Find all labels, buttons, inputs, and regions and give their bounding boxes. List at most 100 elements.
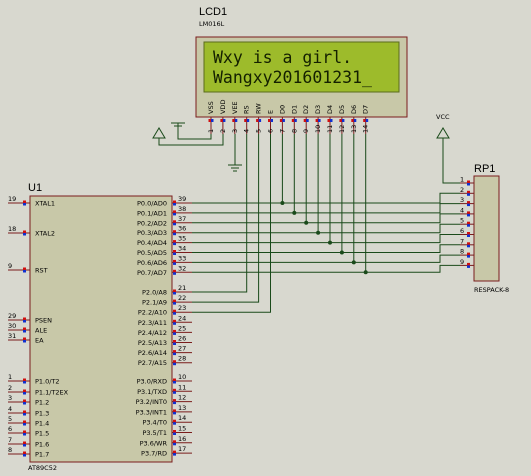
mcu-pin-36-marker-red — [173, 230, 176, 233]
mcu-pin-10-number: 10 — [178, 373, 186, 381]
mcu-pin-31-number: 31 — [8, 332, 16, 340]
mcu-pin-37-name: P0.2/AD2 — [137, 219, 167, 227]
mcu-pin-1-marker-red — [23, 378, 26, 381]
rp-pin-1-number: 1 — [460, 176, 464, 184]
wire-p0-2 — [192, 213, 460, 224]
mcu-pin-33-marker-red — [173, 259, 176, 263]
rp-pin-9-marker-blue — [467, 265, 470, 268]
rp-pin-4-marker-red — [467, 211, 470, 214]
mcu-pin-17-name: P3.7/RD — [141, 450, 167, 458]
junction-dot-d6 — [351, 260, 356, 265]
mcu-pin-21-name: P2.0/A8 — [142, 289, 167, 297]
lcd-pin-8-marker-red — [291, 119, 295, 122]
lcd-component[interactable]: LCD1 LM016L Wxy is a girl. Wangxy2016012… — [195, 6, 408, 134]
mcu-pin-11-number: 11 — [178, 383, 186, 391]
lcd-pin-4-number: 4 — [243, 129, 251, 133]
mcu-pin-38-marker-blue — [173, 212, 176, 216]
lcd-pin-5-marker-red — [256, 119, 259, 122]
mcu-pin-22-name: P2.1/A9 — [142, 299, 167, 307]
mcu-pin-1-number: 1 — [8, 373, 12, 381]
mcu-component[interactable]: U1 AT89C52 19XTAL118XTAL29RST29PSEN30ALE… — [8, 182, 192, 472]
mcu-pin-28-number: 28 — [178, 355, 186, 363]
mcu-pin-24-name: P2.3/A11 — [138, 319, 167, 327]
mcu-pin-12-marker-blue — [173, 401, 176, 405]
lcd-pin-8-marker-blue — [294, 119, 297, 122]
junction-dot-d4 — [328, 240, 332, 245]
mcu-pin-15-marker-red — [173, 430, 176, 433]
mcu-pin-12-number: 12 — [178, 394, 186, 402]
lcd-pin-6-marker-red — [268, 119, 271, 122]
mcu-pin-13-name: P3.3/INT1 — [136, 408, 167, 416]
mcu-pin-1-marker-blue — [23, 381, 26, 384]
mcu-pin-17-number: 17 — [178, 445, 186, 453]
junction-dot-d0 — [280, 201, 285, 205]
lcd-line-2: Wangxy201601231_ — [213, 68, 372, 87]
lcd-pin-6-marker-blue — [270, 119, 273, 122]
lcd-pin-7-marker-blue — [282, 119, 285, 122]
lcd-pin-13-marker-blue — [353, 119, 357, 122]
rp-pin-9-number: 9 — [460, 258, 464, 266]
lcd-pin-11-marker-red — [327, 119, 330, 122]
lcd-pin-7-marker-red — [279, 119, 283, 122]
mcu-pin-4-marker-blue — [23, 413, 26, 416]
lcd-pin-7-name: D0 — [278, 105, 286, 114]
mcu-pin-14-marker-red — [173, 419, 176, 423]
lcd-pin-11-number: 11 — [326, 125, 334, 133]
wire-p0-1 — [192, 203, 460, 214]
mcu-pin-8-marker-blue — [23, 454, 26, 457]
mcu-pin-7-marker-red — [23, 441, 26, 444]
lcd-pin-12-name: D5 — [338, 105, 346, 114]
mcu-pin-37-marker-blue — [173, 222, 176, 226]
rp-pin-8-number: 8 — [460, 248, 464, 256]
wire-p0-6 — [192, 254, 460, 263]
schematic-canvas: LCD1 LM016L Wxy is a girl. Wangxy2016012… — [8, 6, 509, 472]
vcc-symbol: VCC — [436, 113, 462, 184]
wire-p0-7 — [192, 264, 460, 273]
mcu-pin-2-marker-blue — [23, 392, 26, 395]
mcu-pin-26-marker-blue — [173, 342, 176, 345]
lcd-pin-2-name: VDD — [219, 100, 227, 114]
mcu-pin-22-marker-red — [173, 299, 176, 303]
lcd-pin-13-marker-red — [351, 119, 354, 122]
lcd-pin-2-marker-blue — [222, 119, 226, 122]
mcu-pin-33-number: 33 — [178, 254, 186, 262]
lcd-pin-2-number: 2 — [219, 129, 227, 133]
mcu-pin-25-marker-blue — [173, 332, 176, 335]
rp-pin-8-marker-blue — [467, 255, 470, 258]
respack-component[interactable]: RP1 RESPACK-8 1 2 3 4 5 6 7 8 9 — [460, 163, 509, 294]
mcu-pin-27-marker-red — [173, 350, 176, 353]
mcu-pin-2-name: P1.1/T2EX — [35, 389, 69, 397]
mcu-pin-35-name: P0.4/AD4 — [137, 239, 167, 247]
mcu-pin-3-name: P1.2 — [35, 399, 49, 407]
mcu-pin-10-marker-red — [173, 378, 176, 381]
mcu-pin-24-marker-blue — [173, 322, 176, 325]
lcd-pin-11-name: D4 — [326, 105, 334, 114]
mcu-pin-39-marker-red — [173, 200, 176, 203]
mcu-pin-2-marker-red — [23, 389, 26, 392]
lcd-pin-14-marker-blue — [365, 119, 369, 122]
lcd-pin-12-marker-blue — [341, 119, 345, 122]
rp-pin-7-marker-red — [467, 242, 470, 245]
mcu-pin-26-number: 26 — [178, 335, 186, 343]
lcd-pin-10-marker-red — [315, 119, 319, 122]
mcu-pin-27-marker-blue — [173, 352, 176, 356]
mcu-pin-10-marker-blue — [173, 381, 176, 384]
mcu-pin-16-number: 16 — [178, 435, 186, 443]
mcu-pin-18-marker-blue — [23, 233, 26, 236]
mcu-pin-34-marker-red — [173, 250, 176, 253]
mcu-pin-13-marker-blue — [173, 411, 176, 415]
lcd-pin-8-name: D1 — [290, 105, 298, 114]
junction-dot-d7 — [363, 270, 368, 275]
mcu-pin-13-number: 13 — [178, 404, 186, 412]
mcu-pin-3-marker-blue — [23, 402, 26, 405]
lcd-pin-7-number: 7 — [278, 129, 286, 133]
mcu-pin-38-name: P0.1/AD1 — [137, 209, 167, 217]
mcu-pin-28-name: P2.7/A15 — [138, 359, 167, 367]
rp-pin-7-number: 7 — [460, 237, 464, 245]
rp-pin-2-marker-blue — [467, 193, 470, 196]
mcu-pin-17-marker-blue — [173, 453, 176, 456]
lcd-pin-3-number: 3 — [231, 129, 239, 133]
mcu-pin-32-name: P0.7/AD7 — [137, 269, 167, 277]
lcd-pin-9-name: D2 — [302, 105, 310, 114]
mcu-pin-12-marker-red — [173, 399, 176, 402]
